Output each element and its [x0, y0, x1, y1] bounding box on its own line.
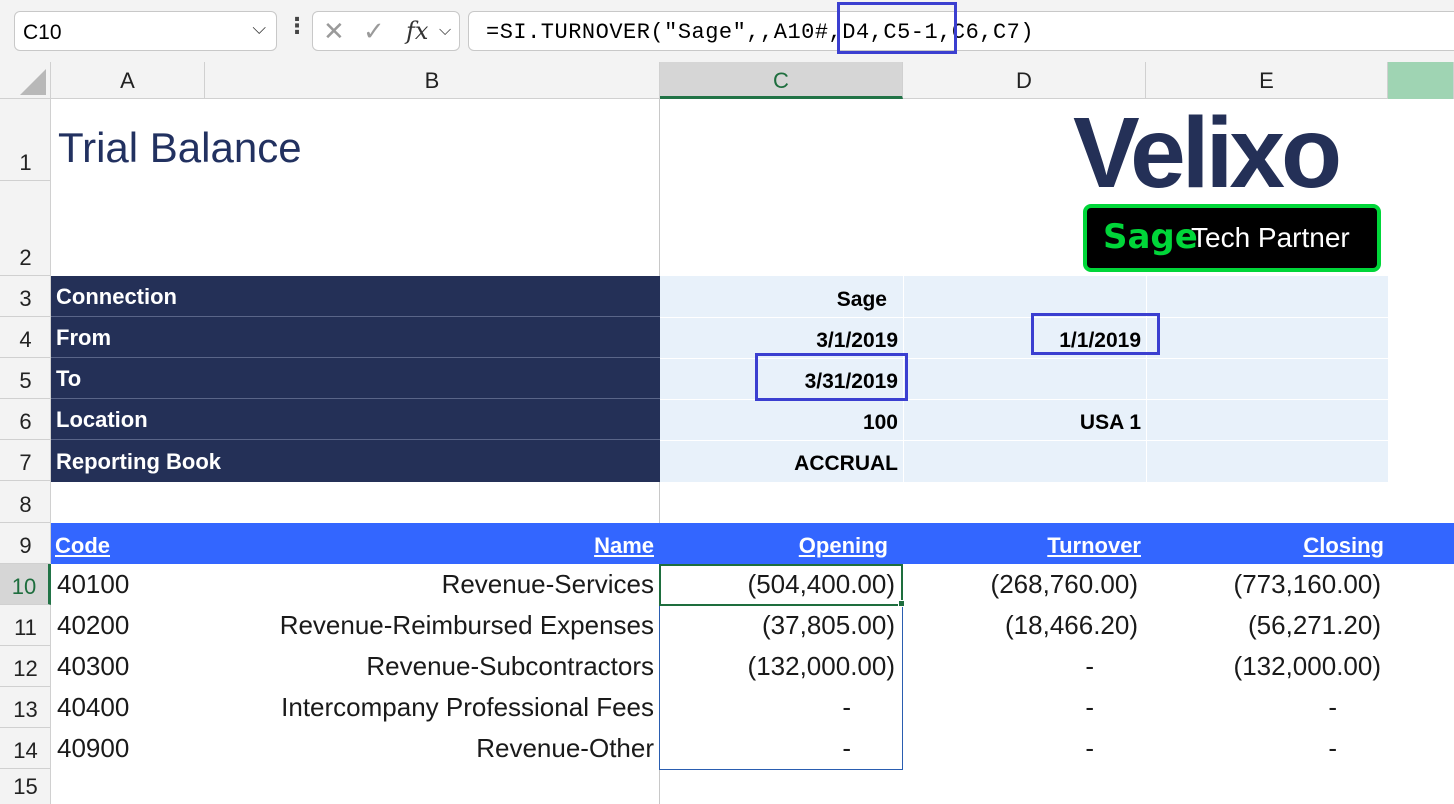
more-options-icon[interactable]: ⋮ — [286, 13, 308, 39]
column-header-f[interactable] — [1388, 62, 1454, 99]
row-headers: 1 2 3 4 5 6 7 8 9 10 11 12 13 14 15 — [0, 99, 51, 804]
row-header-12[interactable]: 12 — [0, 646, 51, 687]
formula-bar: C10 ⌵ ⋮ ✕ ✓ fx ⌵ =SI.TURNOVER("Sage",,A1… — [0, 0, 1454, 62]
chevron-down-icon[interactable]: ⌵ — [252, 18, 266, 39]
enter-icon[interactable]: ✓ — [363, 16, 385, 47]
account-code[interactable]: 40100 — [57, 569, 129, 600]
row-header-5[interactable]: 5 — [0, 358, 51, 399]
d4-highlight-box — [1031, 313, 1160, 355]
row-header-13[interactable]: 13 — [0, 687, 51, 728]
chevron-down-icon[interactable]: ⌵ — [439, 22, 451, 40]
closing-value[interactable]: (132,000.00) — [1234, 651, 1381, 682]
row-header-15[interactable]: 15 — [0, 769, 51, 804]
name-box[interactable]: C10 ⌵ — [14, 11, 277, 51]
param-label-cell[interactable]: To — [51, 358, 660, 399]
c5-highlight-box — [755, 353, 908, 401]
connection-value[interactable]: Sage — [660, 288, 887, 312]
table-header-band: Code Name Opening Turnover Closing — [51, 523, 1454, 564]
sage-tech-partner-badge: Sage Tech Partner — [1083, 204, 1381, 272]
row-header-7[interactable]: 7 — [0, 440, 51, 481]
sage-logo: Sage — [1103, 217, 1198, 257]
account-code[interactable]: 40200 — [57, 610, 129, 641]
header-code[interactable]: Code — [55, 533, 110, 559]
cancel-icon[interactable]: ✕ — [323, 16, 345, 47]
header-turnover[interactable]: Turnover — [1047, 533, 1141, 559]
row-header-10[interactable]: 10 — [0, 564, 51, 605]
column-header-b[interactable]: B — [205, 62, 660, 99]
parameter-labels: Connection From To Location Reporting Bo… — [51, 276, 660, 482]
turnover-value[interactable]: - — [1085, 733, 1094, 764]
account-code[interactable]: 40400 — [57, 692, 129, 723]
row-header-6[interactable]: 6 — [0, 399, 51, 440]
formula-highlight-box — [837, 2, 957, 54]
header-opening[interactable]: Opening — [799, 533, 888, 559]
row-header-1[interactable]: 1 — [0, 99, 51, 181]
account-name[interactable]: Revenue-Services — [442, 569, 654, 600]
param-label-cell[interactable]: Location — [51, 399, 660, 440]
closing-value[interactable]: - — [1328, 692, 1337, 723]
param-label-cell[interactable]: Reporting Book — [51, 440, 660, 481]
sheet-title: Trial Balance — [58, 124, 302, 171]
row-header-8[interactable]: 8 — [0, 481, 51, 523]
column-header-c[interactable]: C — [660, 62, 903, 99]
column-header-a[interactable]: A — [51, 62, 205, 99]
closing-value[interactable]: - — [1328, 733, 1337, 764]
param-label-cell[interactable]: Connection — [51, 276, 660, 317]
row-header-11[interactable]: 11 — [0, 605, 51, 646]
closing-value[interactable]: (56,271.20) — [1248, 610, 1381, 641]
row-header-14[interactable]: 14 — [0, 728, 51, 769]
velixo-logo: Velixo — [1073, 97, 1342, 209]
account-name[interactable]: Revenue-Subcontractors — [366, 651, 654, 682]
turnover-value[interactable]: (268,760.00) — [991, 569, 1138, 600]
row-header-2[interactable]: 2 — [0, 181, 51, 276]
row-header-3[interactable]: 3 — [0, 276, 51, 317]
location-value[interactable]: 100 — [660, 411, 898, 435]
formula-input[interactable]: =SI.TURNOVER("Sage",,A10#,D4,C5-1,C6,C7) — [468, 11, 1454, 51]
name-box-value: C10 — [23, 21, 62, 44]
turnover-value[interactable]: (18,466.20) — [1005, 610, 1138, 641]
turnover-value[interactable]: - — [1085, 692, 1094, 723]
account-code[interactable]: 40900 — [57, 733, 129, 764]
header-name[interactable]: Name — [594, 533, 654, 559]
active-cell[interactable] — [659, 564, 903, 606]
header-closing[interactable]: Closing — [1303, 533, 1384, 559]
badge-label: Tech Partner — [1191, 222, 1350, 253]
account-code[interactable]: 40300 — [57, 651, 129, 682]
formula-buttons: ✕ ✓ fx ⌵ — [312, 11, 460, 51]
location-alt-value[interactable]: USA 1 — [903, 411, 1141, 435]
column-header-e[interactable]: E — [1146, 62, 1388, 99]
select-all-button[interactable] — [0, 62, 51, 99]
row-header-9[interactable]: 9 — [0, 523, 51, 564]
account-name[interactable]: Revenue-Reimbursed Expenses — [280, 610, 654, 641]
closing-value[interactable]: (773,160.00) — [1234, 569, 1381, 600]
turnover-value[interactable]: - — [1085, 651, 1094, 682]
insert-function-icon[interactable]: fx — [406, 17, 428, 45]
account-name[interactable]: Revenue-Other — [476, 733, 654, 764]
column-headers: A B C D E — [0, 62, 1454, 99]
fill-handle[interactable] — [898, 600, 905, 607]
account-name[interactable]: Intercompany Professional Fees — [281, 692, 654, 723]
param-label-cell[interactable]: From — [51, 317, 660, 358]
column-header-d[interactable]: D — [903, 62, 1146, 99]
from-value[interactable]: 3/1/2019 — [660, 329, 898, 353]
row-header-4[interactable]: 4 — [0, 317, 51, 358]
reporting-book-value[interactable]: ACCRUAL — [660, 452, 898, 476]
